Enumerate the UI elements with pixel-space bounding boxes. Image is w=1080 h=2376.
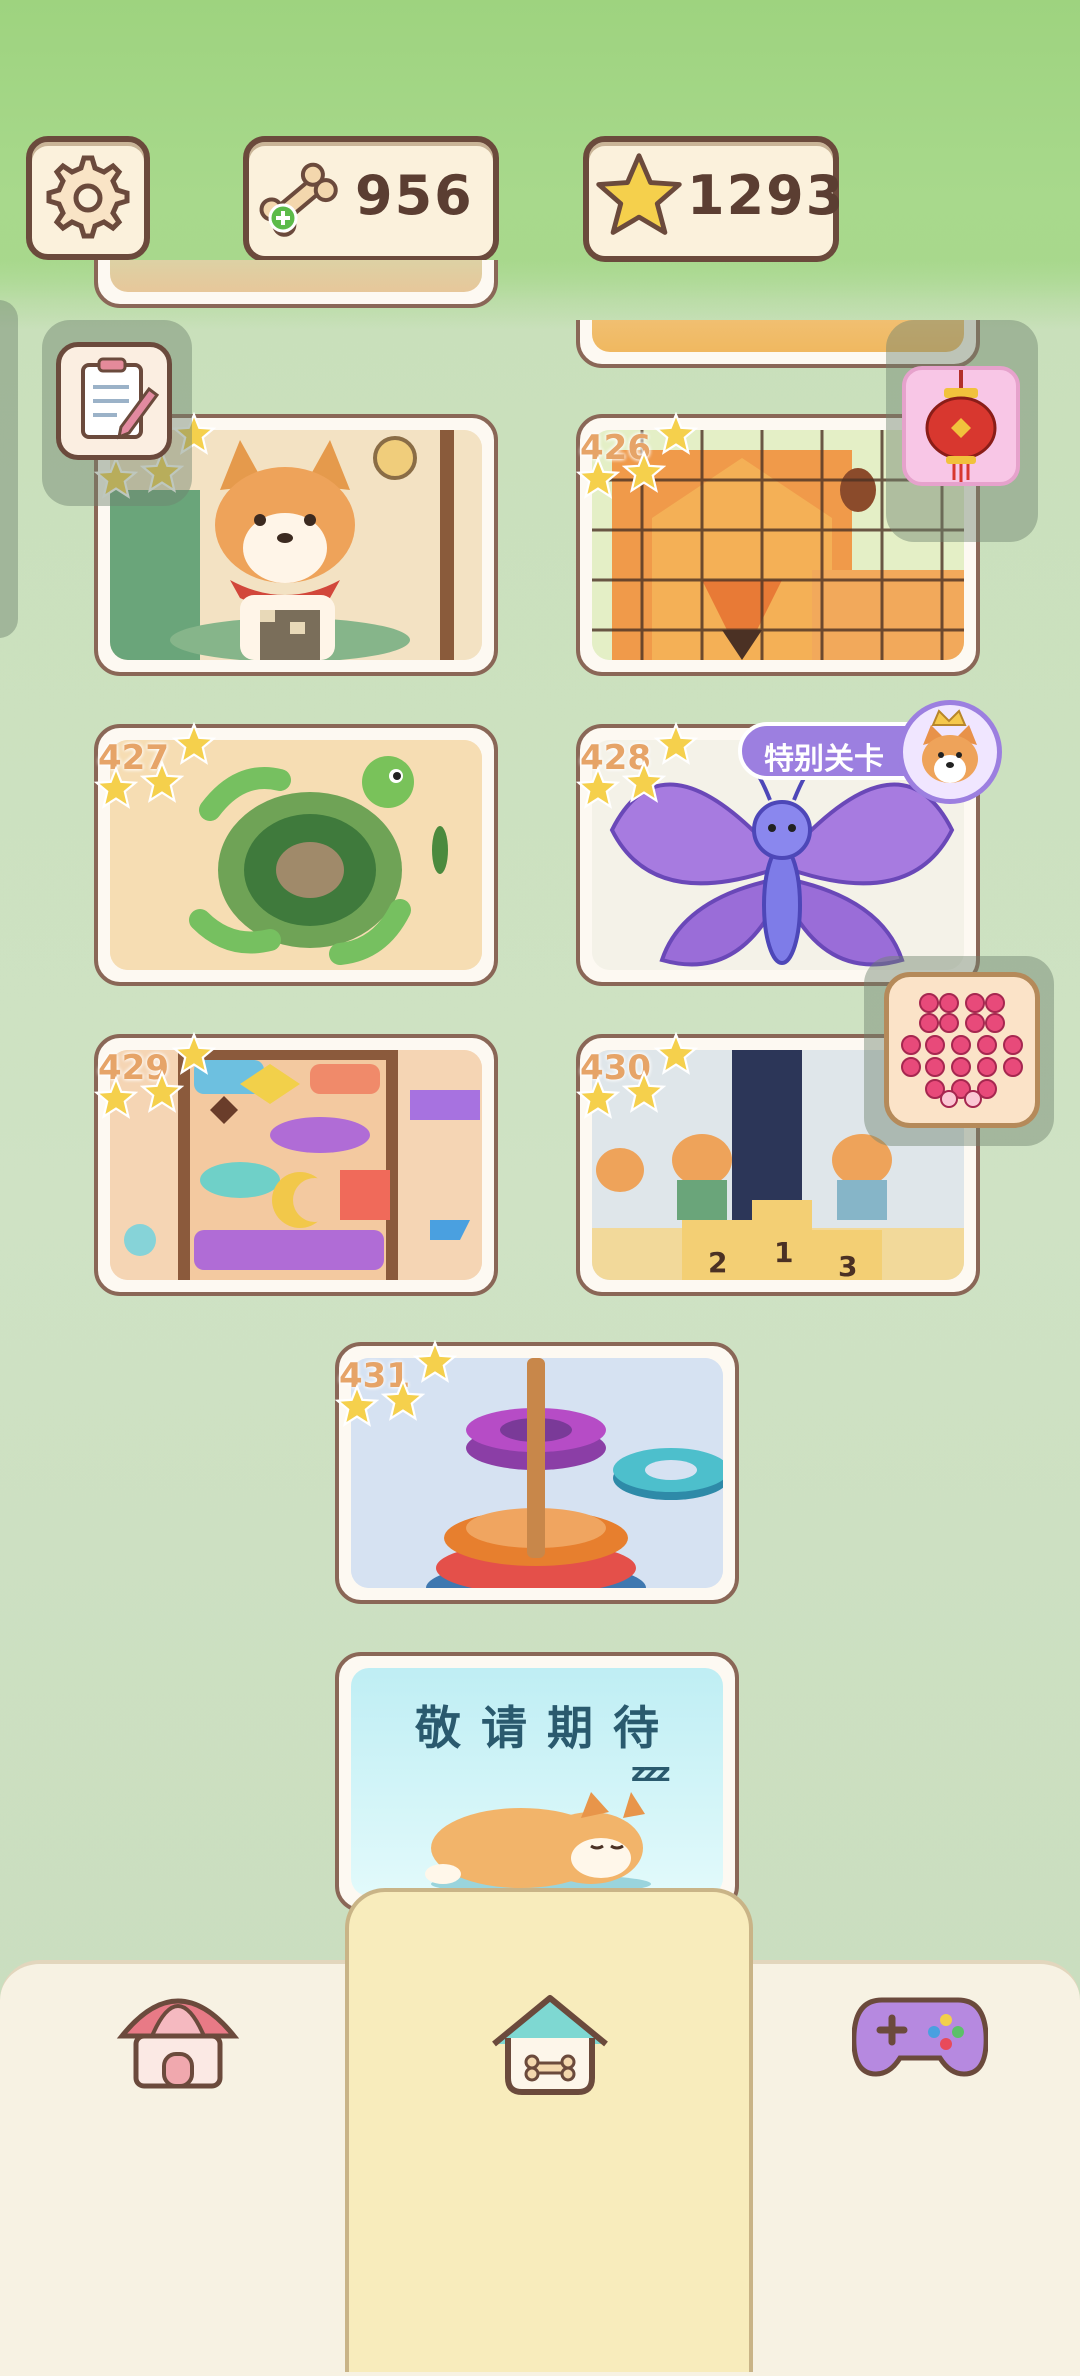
bone-plus-icon xyxy=(259,162,338,237)
level-card-429[interactable]: 429 xyxy=(94,1032,498,1296)
svg-text:2: 2 xyxy=(708,1246,727,1279)
coming-soon-card: 敬请期待 z z z xyxy=(335,1652,739,1912)
nav-selected-highlight xyxy=(345,1888,753,2372)
lantern-icon xyxy=(925,370,997,482)
level-card-431[interactable]: 431 xyxy=(335,1340,739,1604)
level-star xyxy=(622,450,666,493)
bead-game-frame[interactable] xyxy=(864,956,1054,1146)
clipboard-icon xyxy=(81,357,160,440)
level-star xyxy=(576,456,620,499)
bone-count: 956 xyxy=(355,164,474,227)
shop-icon xyxy=(116,1998,240,2089)
level-star xyxy=(576,1076,620,1119)
level-star xyxy=(622,760,666,803)
level-star xyxy=(381,1378,425,1421)
tasks-button[interactable] xyxy=(56,342,172,460)
crowned-corgi-avatar xyxy=(898,700,1002,804)
special-level-label: 特别关卡 xyxy=(764,742,884,777)
level-star xyxy=(622,1070,666,1113)
gamepad-icon xyxy=(851,1997,989,2077)
corgi-crown-icon xyxy=(922,709,978,783)
home-icon xyxy=(492,1995,608,2095)
lantern-event-frame[interactable] xyxy=(886,320,1038,542)
settings-button[interactable] xyxy=(26,136,150,260)
beads-icon xyxy=(901,993,1023,1108)
svg-text:3: 3 xyxy=(838,1250,857,1280)
nav-item-games[interactable] xyxy=(851,1986,989,2086)
tasks-button-frame[interactable] xyxy=(42,320,192,506)
nav-item-home[interactable] xyxy=(484,1988,616,2098)
bone-counter[interactable]: 956 xyxy=(243,136,499,262)
level-star xyxy=(94,766,138,809)
level-star xyxy=(335,1384,379,1427)
gear-icon xyxy=(46,155,130,239)
level-star xyxy=(576,766,620,809)
star-counter[interactable]: 1293 xyxy=(583,136,843,262)
side-panel-edge[interactable] xyxy=(0,300,18,638)
star-icon xyxy=(596,153,682,235)
lantern-event-button[interactable] xyxy=(902,366,1020,486)
star-count: 1293 xyxy=(687,164,846,227)
level-card-427[interactable]: 427 xyxy=(94,722,498,986)
sleeping-corgi xyxy=(425,1792,651,1894)
level-star xyxy=(140,1070,184,1113)
svg-text:1: 1 xyxy=(774,1236,793,1269)
nav-item-shop[interactable] xyxy=(112,1980,244,2100)
level-star xyxy=(94,1076,138,1119)
top-bar xyxy=(0,0,1080,300)
bead-game-button[interactable] xyxy=(884,972,1040,1128)
level-star xyxy=(140,760,184,803)
